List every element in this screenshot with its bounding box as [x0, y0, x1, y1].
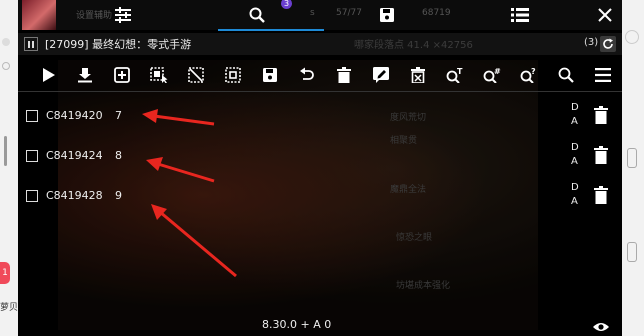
delete-icon[interactable]: [594, 146, 608, 168]
list-item[interactable]: C8419424 8 D A: [18, 142, 622, 169]
row-checkbox[interactable]: [26, 110, 38, 122]
row-address: C8419420: [46, 109, 103, 122]
row-flag-a: A: [571, 196, 578, 207]
row-flag-a: A: [571, 156, 578, 167]
undo-icon[interactable]: [296, 64, 318, 86]
faint-top-text: 68719: [422, 8, 451, 18]
faint-header-text: 哪家段落点 41.4 ×42756: [354, 40, 473, 51]
clear-icon[interactable]: [407, 64, 429, 86]
select-range-icon[interactable]: [222, 64, 244, 86]
edge-label: 萝贝: [0, 303, 19, 313]
faint-top-text: 57/77: [336, 8, 362, 18]
row-flag-a: A: [571, 116, 578, 127]
select-all-icon[interactable]: [148, 64, 170, 86]
faint-top-text: s: [310, 8, 315, 18]
list-item[interactable]: C8419428 9 D A: [18, 182, 622, 209]
search-count-badge: 3: [281, 0, 292, 9]
process-title[interactable]: [27099] 最终幻想：零式手游: [45, 36, 191, 52]
process-bar: [27099] 最终幻想：零式手游 (3): [18, 33, 622, 55]
active-tab-indicator: [218, 29, 324, 31]
edit-icon[interactable]: [370, 64, 392, 86]
row-address: C8419424: [46, 149, 103, 162]
play-icon[interactable]: [38, 64, 60, 86]
refresh-icon[interactable]: [600, 36, 616, 52]
download-icon[interactable]: [74, 64, 96, 86]
edge-indicator: [2, 38, 10, 46]
menu-icon[interactable]: [592, 64, 614, 86]
search-unknown-icon[interactable]: ?: [518, 64, 540, 86]
faint-top-text: 设置辅助: [76, 11, 113, 21]
faint-bg-text: 坊堪成本强化: [396, 281, 451, 291]
row-checkbox[interactable]: [26, 150, 38, 162]
result-count: (3): [584, 37, 599, 48]
list-item[interactable]: C8419420 7 D A: [18, 102, 622, 129]
edge-scroll-handle[interactable]: [4, 136, 7, 166]
delete-icon[interactable]: [333, 64, 355, 86]
row-flag-d: D: [571, 182, 579, 193]
deselect-icon[interactable]: [185, 64, 207, 86]
top-bar: 设置辅助 3 s 57/77 68719: [18, 0, 622, 31]
delete-icon[interactable]: [594, 106, 608, 128]
memory-editor-window: 设置辅助 3 s 57/77 68719 [27099] 最终幻想：零式手游 (…: [18, 0, 622, 336]
search-icon[interactable]: [555, 64, 577, 86]
row-flag-d: D: [571, 142, 579, 153]
search-icon[interactable]: [244, 2, 270, 28]
toolbar-divider: [18, 91, 622, 92]
save-icon[interactable]: [259, 64, 281, 86]
edge-indicator: [2, 62, 10, 70]
search-hex-icon[interactable]: #: [481, 64, 503, 86]
edge-button[interactable]: [627, 148, 637, 168]
app-avatar[interactable]: [22, 0, 56, 30]
close-icon[interactable]: [592, 2, 618, 28]
row-value[interactable]: 7: [115, 109, 122, 122]
sliders-icon[interactable]: [110, 2, 136, 28]
list-icon[interactable]: [507, 2, 533, 28]
svg-text:#: #: [494, 67, 501, 76]
version-label: 8.30.0 + A 0: [262, 318, 332, 331]
row-checkbox[interactable]: [26, 190, 38, 202]
row-flag-d: D: [571, 102, 579, 113]
add-icon[interactable]: [111, 64, 133, 86]
device-right-edge: [622, 0, 644, 336]
svg-text:T: T: [457, 67, 463, 76]
eye-icon[interactable]: [592, 318, 610, 336]
save-icon[interactable]: [374, 2, 400, 28]
row-address: C8419428: [46, 189, 103, 202]
svg-text:?: ?: [531, 67, 536, 76]
edge-button[interactable]: [625, 30, 639, 44]
toolbar: T # ?: [18, 60, 622, 90]
edge-button[interactable]: [627, 242, 637, 262]
device-left-edge: 1 萝贝: [0, 0, 18, 336]
row-value[interactable]: 9: [115, 189, 122, 202]
notification-badge[interactable]: 1: [0, 262, 10, 284]
faint-bg-text: 惊恐之眼: [396, 233, 433, 243]
pause-button[interactable]: [24, 37, 38, 51]
delete-icon[interactable]: [594, 186, 608, 208]
search-text-icon[interactable]: T: [444, 64, 466, 86]
row-value[interactable]: 8: [115, 149, 122, 162]
